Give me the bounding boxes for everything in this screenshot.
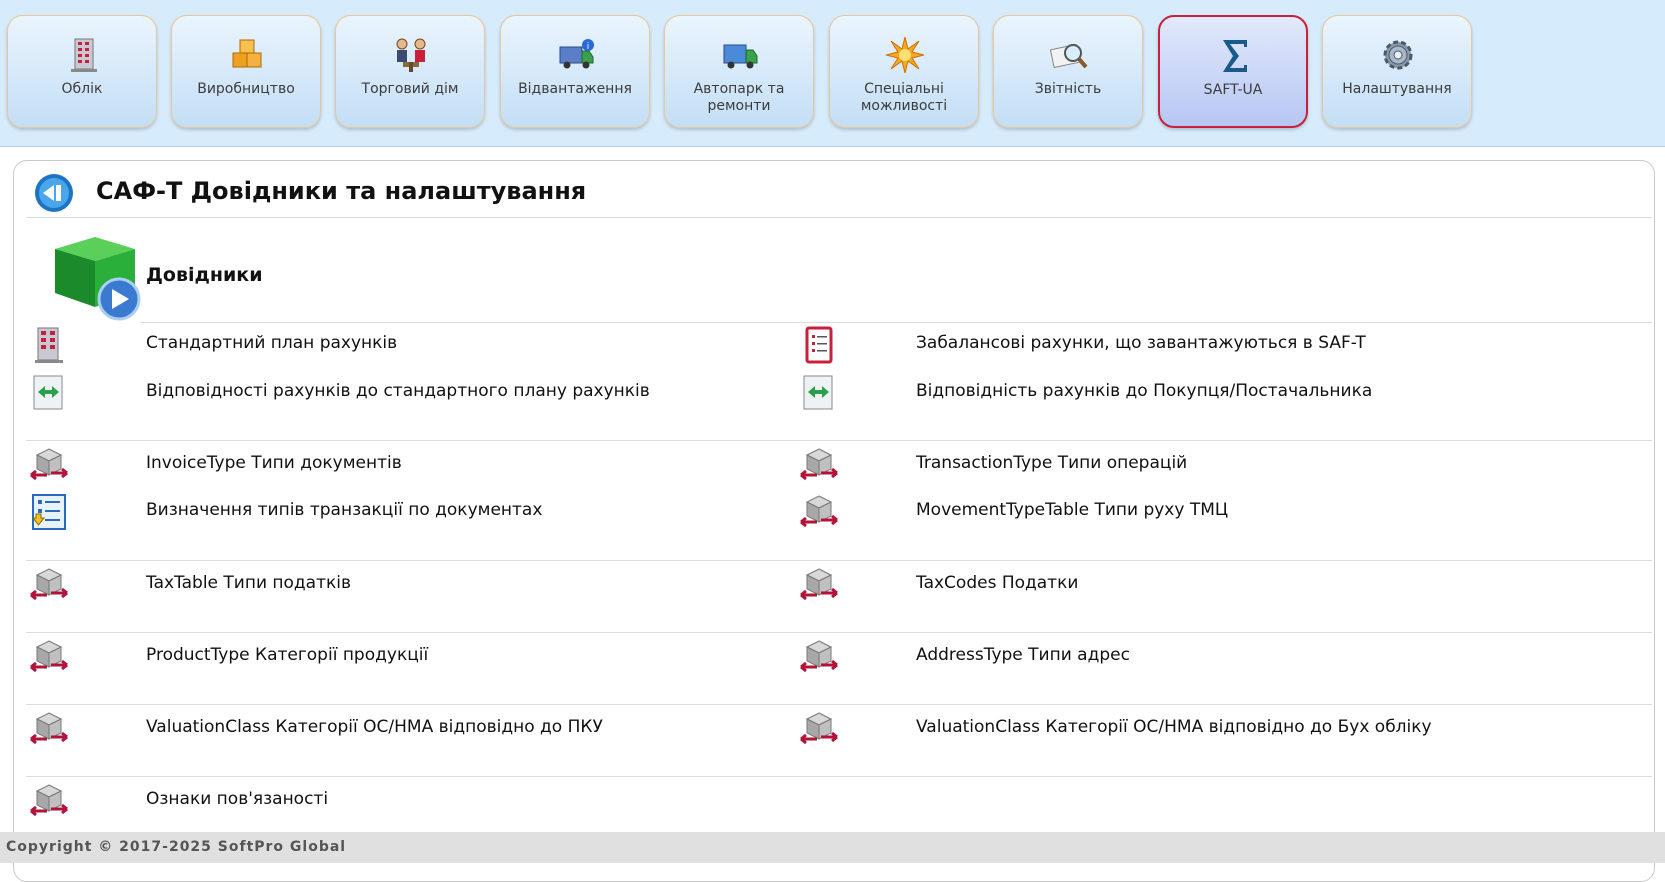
gear-icon [1383,40,1413,70]
tab-vidvantazhennia[interactable]: i Відвантаження [500,15,650,128]
cube-exchange-icon [30,784,68,817]
link-tax-table[interactable]: TaxTable Типи податків [29,565,729,601]
checklist-icon [31,494,66,530]
report-magnifier-icon [1049,43,1088,69]
row-divider [26,632,1652,633]
cube-exchange-icon [30,712,68,745]
link-off-balance-accounts[interactable]: Забалансові рахунки, що завантажуються в… [799,325,1579,364]
link-text: AddressType Типи адрес [916,645,1130,665]
link-related-party-attributes[interactable]: Ознаки пов'язаності [29,781,729,817]
page-title: САФ-Т Довідники та налаштування [96,177,587,205]
ledger-icon [35,327,63,363]
section-title: Довідники [146,264,263,286]
green-cube-play-icon [55,237,141,321]
cube-exchange-icon [800,495,838,528]
svg-text:i: i [587,42,590,52]
tab-label: Спеціальні можливості [860,81,948,114]
footer-copyright: Copyright © 2017-2025 SoftPro Global [0,832,1665,863]
link-text: ValuationClass Категорії ОС/НМА відповід… [916,717,1432,737]
link-text: Ознаки пов'язаності [146,789,329,809]
link-invoice-type[interactable]: InvoiceType Типи документів [29,445,729,481]
link-standard-chart-of-accounts[interactable]: Стандартний план рахунків [29,325,729,363]
red-checklist-icon [805,326,833,364]
link-transaction-type-definition[interactable]: Визначення типів транзакції по документа… [29,492,729,530]
link-text: MovementTypeTable Типи руху ТМЦ [916,500,1229,520]
link-text: Забалансові рахунки, що завантажуються в… [916,333,1366,353]
link-movement-type-table[interactable]: MovementTypeTable Типи руху ТМЦ [799,492,1579,528]
back-arrow-icon[interactable] [34,173,74,213]
link-text: Визначення типів транзакції по документа… [146,500,543,520]
cube-exchange-icon [30,568,68,601]
content-panel: САФ-Т Довідники та налаштування Довідник… [13,160,1655,882]
cube-exchange-icon [800,448,838,481]
link-text: InvoiceType Типи документів [146,453,402,473]
link-account-mapping-customer-supplier[interactable]: Відповідність рахунків до Покупця/Постач… [799,373,1579,410]
row-divider [26,440,1652,441]
link-text: TaxTable Типи податків [146,573,352,593]
tab-nalashtuvannia[interactable]: Налаштування [1322,15,1472,128]
tab-label: Торговий дім [361,81,459,97]
section-divider [141,322,1652,323]
link-valuation-class-accounting[interactable]: ValuationClass Категорії ОС/НМА відповід… [799,709,1579,745]
tab-label: Відвантаження [518,81,632,97]
star-burst-icon [885,36,925,74]
tab-oblik[interactable]: Облік [7,15,157,128]
boxes-icon [232,39,262,68]
link-text: TaxCodes Податки [916,573,1079,593]
tab-saft-ua[interactable]: SAFT-UA [1158,15,1308,128]
link-text: Стандартний план рахунків [146,333,398,353]
sigma-icon [1223,40,1247,72]
link-transaction-type[interactable]: TransactionType Типи операцій [799,445,1579,481]
ledger-icon [71,38,97,72]
link-text: Відповідність рахунків до Покупця/Постач… [916,381,1373,401]
swap-arrows-icon [803,375,833,410]
shipping-truck-icon: i [559,39,594,69]
cube-exchange-icon [30,448,68,481]
top-navigation: Облік Виробництво Торговий дім i Відвант… [0,0,1665,147]
traders-icon [396,38,426,72]
tab-vyrobnytstvo[interactable]: Виробництво [171,15,321,128]
row-divider [26,776,1652,777]
link-text: ValuationClass Категорії ОС/НМА відповід… [146,717,603,737]
tab-label: Налаштування [1342,81,1452,97]
row-divider [26,560,1652,561]
tab-label: Облік [61,81,103,97]
tab-avtopark[interactable]: Автопарк та ремонти [664,15,814,128]
cube-exchange-icon [800,712,838,745]
cube-exchange-icon [800,640,838,673]
link-address-type[interactable]: AddressType Типи адрес [799,637,1579,673]
link-text: Відповідності рахунків до стандартного п… [146,381,650,401]
truck-icon [723,44,758,69]
swap-arrows-icon [33,375,63,410]
tab-torhovyi-dim[interactable]: Торговий дім [335,15,485,128]
link-text: ProductType Категорії продукції [146,645,429,665]
tab-label-line: Автопарк та ремонти [693,81,785,114]
tab-label: Виробництво [197,81,295,97]
link-product-type[interactable]: ProductType Категорії продукції [29,637,729,673]
tab-zvitnist[interactable]: Звітність [993,15,1143,128]
tab-label: Автопарк та ремонти [669,81,809,115]
title-divider [26,217,1652,218]
link-account-mapping-standard[interactable]: Відповідності рахунків до стандартного п… [29,373,729,410]
row-divider [26,704,1652,705]
cube-exchange-icon [30,640,68,673]
link-valuation-class-pku[interactable]: ValuationClass Категорії ОС/НМА відповід… [29,709,729,745]
tab-label: Звітність [1034,81,1102,97]
tab-label: SAFT-UA [1203,82,1263,98]
tab-spetsialni-mozhlyvosti[interactable]: Спеціальні можливості [829,15,979,128]
link-tax-codes[interactable]: TaxCodes Податки [799,565,1579,601]
link-text: TransactionType Типи операцій [916,453,1188,473]
cube-exchange-icon [800,568,838,601]
